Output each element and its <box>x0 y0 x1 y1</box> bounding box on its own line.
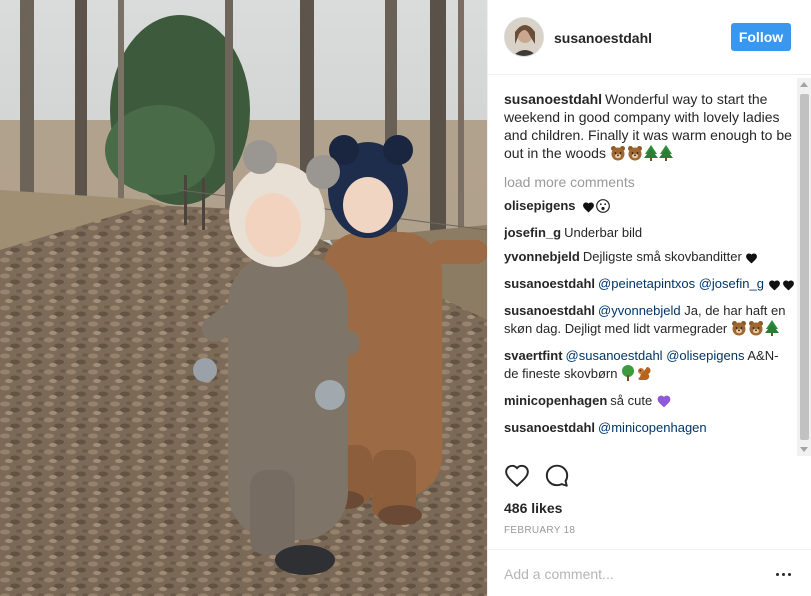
caption-emojis <box>610 145 674 161</box>
comment-bubble-icon[interactable] <box>544 463 572 491</box>
evergreen-tree-emoji <box>658 145 673 165</box>
avatar-image <box>505 18 543 56</box>
bear-emoji <box>610 145 626 165</box>
comment-mention-link[interactable]: @olisepigens <box>666 348 744 363</box>
likes-count[interactable]: 486 likes <box>504 500 562 516</box>
more-dot <box>776 573 779 576</box>
scroll-down-arrow-icon[interactable] <box>800 447 808 452</box>
purple-heart-emoji <box>656 394 672 413</box>
comment-mention-link[interactable]: @peinetapintxos <box>598 276 695 291</box>
comment-username[interactable]: josefin_g <box>504 225 561 240</box>
comment-row: susanoestdahl @peinetapintxos @josefin_g <box>504 275 796 296</box>
add-comment-section <box>488 549 811 596</box>
comment-mention-link[interactable]: @yvonnebjeld <box>598 303 681 318</box>
bear-emoji <box>627 145 643 165</box>
post-date[interactable]: FEBRUARY 18 <box>504 525 575 536</box>
post-caption: susanoestdahl Wonderful way to start the … <box>504 90 796 165</box>
comment-mention-link[interactable]: @susanoestdahl <box>566 348 663 363</box>
bear-emoji <box>748 320 764 341</box>
author-username[interactable]: susanoestdahl <box>554 30 652 46</box>
load-more-comments-link[interactable]: load more comments <box>504 173 796 191</box>
comments-scrollbar[interactable] <box>797 78 811 456</box>
comment-mention-link[interactable]: @josefin_g <box>699 276 764 291</box>
bear-emoji <box>731 320 747 341</box>
follow-button[interactable]: Follow <box>731 23 791 51</box>
more-options-icon[interactable] <box>773 564 793 584</box>
add-comment-input[interactable] <box>504 564 754 584</box>
comment-mention-link[interactable]: @minicopenhagen <box>598 420 707 435</box>
photo-illustration <box>0 0 487 596</box>
comment-row: josefin_g Underbar bild <box>504 224 796 242</box>
comment-row: olisepigens <box>504 197 796 218</box>
comment-row: yvonnebjeld Dejligste små skovbanditter <box>504 248 796 269</box>
comment-row: minicopenhagen så cute <box>504 392 796 413</box>
heart-icon[interactable] <box>504 463 532 491</box>
caption-username[interactable]: susanoestdahl <box>504 91 602 107</box>
evergreen-tree-emoji <box>643 145 658 165</box>
avatar[interactable] <box>504 17 544 57</box>
comment-username[interactable]: susanoestdahl <box>504 303 595 318</box>
comment-row: svaertfint @susanoestdahl @olisepigens A&… <box>504 347 796 386</box>
comment-username[interactable]: yvonnebjeld <box>504 249 580 264</box>
black-heart-emoji <box>782 278 795 296</box>
deciduous-tree-emoji <box>621 365 635 386</box>
surprised-face-emoji <box>596 199 611 218</box>
scroll-up-arrow-icon[interactable] <box>800 82 808 87</box>
scrollbar-thumb[interactable] <box>800 94 809 440</box>
comment-row: susanoestdahl @yvonnebjeld Ja, de har haf… <box>504 302 796 341</box>
evergreen-tree-emoji <box>764 320 779 341</box>
comment-username[interactable]: svaertfint <box>504 348 563 363</box>
more-dot <box>782 573 785 576</box>
post-photo[interactable] <box>0 0 487 596</box>
black-heart-emoji <box>582 200 595 218</box>
comment-text: så cute <box>610 393 653 408</box>
comment-username[interactable]: susanoestdahl <box>504 420 595 435</box>
comment-text: Underbar bild <box>564 225 643 240</box>
post-detail-panel: susanoestdahl Follow susanoestdahl Wonder… <box>487 0 811 596</box>
comment-text: Dejligste små skovbanditter <box>582 249 742 264</box>
comment-username[interactable]: minicopenhagen <box>504 393 607 408</box>
post-header: susanoestdahl Follow <box>488 0 811 75</box>
comment-username[interactable]: olisepigens <box>504 198 576 213</box>
black-heart-emoji <box>768 278 781 296</box>
comments-list: susanoestdahl Wonderful way to start the … <box>504 90 796 454</box>
squirrel-emoji <box>636 365 652 386</box>
black-heart-emoji <box>745 251 758 269</box>
comment-username[interactable]: susanoestdahl <box>504 276 595 291</box>
comment-row: susanoestdahl @minicopenhagen <box>504 419 796 437</box>
more-dot <box>788 573 791 576</box>
